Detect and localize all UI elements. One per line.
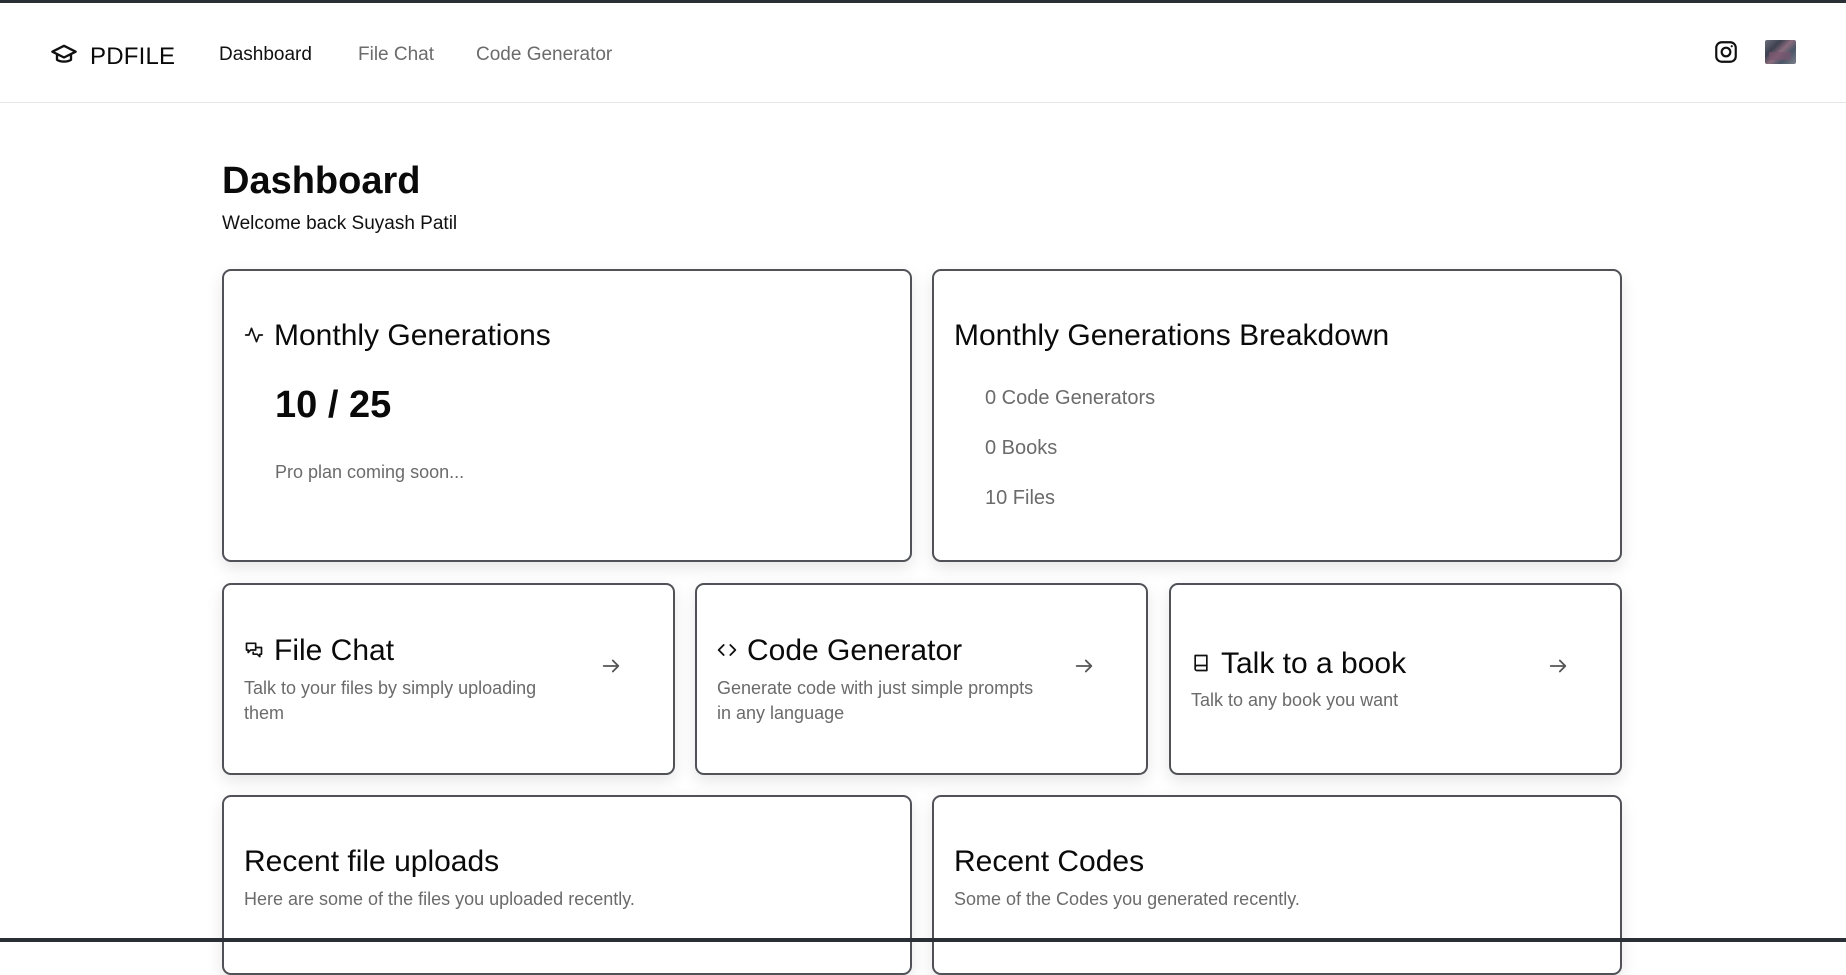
- code-generator-title-text: Code Generator: [747, 634, 963, 667]
- messages-icon: [244, 634, 264, 668]
- code-icon: [717, 634, 737, 668]
- file-chat-desc-line2: them: [244, 703, 285, 723]
- talk-to-book-desc-line1: Talk to any book you want: [1191, 690, 1399, 710]
- welcome-text: Welcome back Suyash Patil: [222, 213, 458, 234]
- page-title: Dashboard: [222, 160, 421, 202]
- arrow-right-icon[interactable]: [1547, 655, 1569, 677]
- file-chat-desc-line1: Talk to your files by simply uploading: [244, 678, 537, 698]
- monthly-title-text: Monthly Generations: [274, 319, 551, 352]
- arrow-right-icon[interactable]: [1073, 655, 1095, 677]
- talk-to-book-title: Talk to a book: [1191, 647, 1406, 681]
- file-chat-desc: Talk to your files by simply uploading t…: [244, 676, 536, 726]
- monthly-generations-card: Monthly Generations 10 / 25 Pro plan com…: [222, 269, 912, 562]
- nav-right: [1713, 39, 1796, 65]
- talk-to-book-desc: Talk to any book you want: [1191, 688, 1398, 713]
- file-chat-card[interactable]: File Chat Talk to your files by simply u…: [222, 583, 675, 775]
- brand-logo[interactable]: PDFILE: [50, 40, 175, 73]
- generations-breakdown-card: Monthly Generations Breakdown 0 Code Gen…: [932, 269, 1622, 562]
- pro-plan-note: Pro plan coming soon...: [275, 462, 465, 482]
- talk-to-book-card[interactable]: Talk to a book Talk to any book you want: [1169, 583, 1622, 775]
- nav-code-generator[interactable]: Code Generator: [476, 44, 612, 66]
- brand-name: PDFILE: [90, 42, 176, 70]
- breakdown-files: 10 Files: [985, 487, 1056, 509]
- instagram-icon[interactable]: [1713, 39, 1739, 65]
- file-chat-title: File Chat: [244, 634, 394, 668]
- graduation-cap-icon: [50, 40, 78, 73]
- recent-codes-desc: Some of the Codes you generated recently…: [954, 889, 1300, 909]
- avatar[interactable]: [1765, 40, 1796, 64]
- recent-uploads-desc: Here are some of the files you uploaded …: [244, 889, 635, 909]
- talk-to-book-title-text: Talk to a book: [1221, 647, 1407, 680]
- code-generator-desc-line2: in any language: [717, 703, 845, 723]
- breakdown-title: Monthly Generations Breakdown: [954, 319, 1390, 352]
- code-generator-desc: Generate code with just simple prompts i…: [717, 676, 1033, 726]
- generations-count: 10 / 25: [275, 384, 392, 426]
- nav-file-chat[interactable]: File Chat: [358, 44, 434, 66]
- arrow-right-icon[interactable]: [600, 655, 622, 677]
- file-chat-title-text: File Chat: [274, 634, 395, 667]
- window-bottom-border: [0, 938, 1846, 942]
- recent-codes-card: Recent Codes Some of the Codes you gener…: [932, 795, 1622, 975]
- code-generator-card[interactable]: Code Generator Generate code with just s…: [695, 583, 1148, 775]
- code-generator-desc-line1: Generate code with just simple prompts: [717, 678, 1034, 698]
- activity-icon: [244, 319, 264, 353]
- book-icon: [1191, 647, 1211, 681]
- recent-codes-title: Recent Codes: [954, 845, 1145, 878]
- recent-uploads-title: Recent file uploads: [244, 845, 500, 878]
- breakdown-books: 0 Books: [985, 437, 1058, 459]
- nav-dashboard[interactable]: Dashboard: [219, 44, 312, 66]
- breakdown-code-generators: 0 Code Generators: [985, 387, 1156, 409]
- navbar: PDFILE Dashboard File Chat Code Generato…: [0, 3, 1846, 103]
- monthly-title: Monthly Generations: [244, 319, 551, 353]
- code-generator-title: Code Generator: [717, 634, 962, 668]
- recent-uploads-card: Recent file uploads Here are some of the…: [222, 795, 912, 975]
